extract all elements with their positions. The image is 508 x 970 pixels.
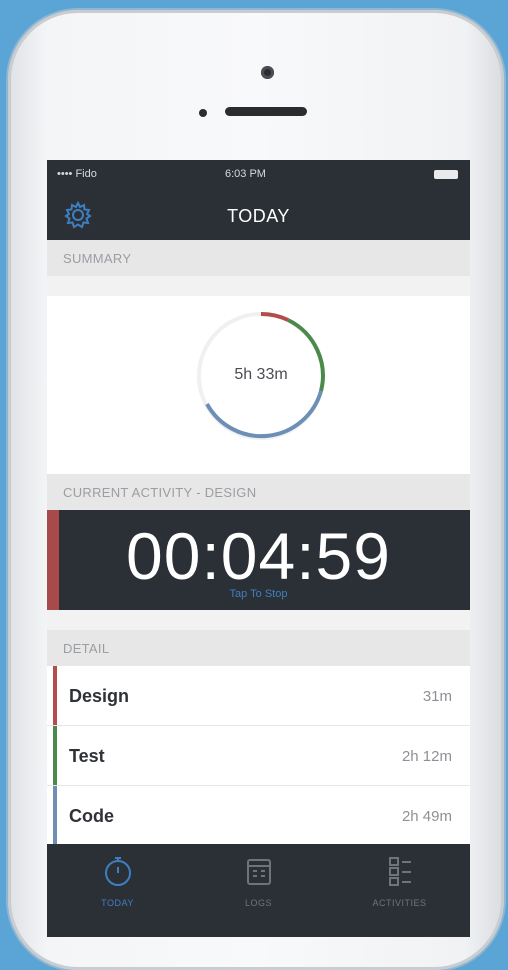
current-activity-header: CURRENT ACTIVITY - DESIGN bbox=[47, 474, 470, 510]
summary-panel: 5h 33m bbox=[47, 296, 470, 476]
calendar-icon bbox=[247, 859, 271, 885]
tap-to-stop-button[interactable]: Tap To Stop bbox=[47, 588, 470, 600]
total-time: 5h 33m bbox=[234, 366, 288, 383]
activity-duration: 2h 12m bbox=[401, 748, 452, 765]
activity-color-bar bbox=[53, 786, 57, 845]
tab-label: LOGS bbox=[244, 898, 272, 908]
speaker-grille bbox=[225, 107, 307, 116]
list-icon bbox=[389, 857, 411, 886]
battery-icon bbox=[434, 170, 458, 179]
activity-name: Test bbox=[69, 746, 105, 766]
list-item[interactable]: Design 31m bbox=[47, 666, 470, 726]
tab-label: ACTIVITIES bbox=[372, 898, 427, 908]
tab-today[interactable]: TODAY bbox=[47, 844, 188, 937]
status-time: 6:03 PM bbox=[225, 168, 266, 180]
navigation-bar: TODAY bbox=[47, 188, 470, 240]
tab-label: TODAY bbox=[101, 898, 134, 908]
tab-logs[interactable]: LOGS bbox=[188, 844, 329, 937]
activity-name: Design bbox=[69, 686, 130, 706]
activity-color-bar bbox=[53, 726, 57, 785]
stopwatch-icon bbox=[105, 857, 131, 886]
current-activity-label: CURRENT ACTIVITY - DESIGN bbox=[63, 485, 257, 500]
list-item[interactable]: Test 2h 12m bbox=[47, 726, 470, 786]
list-item[interactable]: Code 2h 49m bbox=[47, 786, 470, 846]
tab-activities[interactable]: ACTIVITIES bbox=[329, 844, 470, 937]
activity-color-bar bbox=[53, 666, 57, 725]
detail-header: DETAIL bbox=[47, 630, 470, 666]
detail-list: Design 31m Test 2h 12m Code 2h 49m bbox=[47, 666, 470, 846]
detail-header-label: DETAIL bbox=[63, 641, 110, 656]
activity-duration: 31m bbox=[422, 688, 452, 705]
carrier-label: •••• Fido bbox=[57, 168, 97, 180]
status-bar: •••• Fido 6:03 PM bbox=[47, 160, 470, 188]
app-screen: •••• Fido 6:03 PM TODAY SUMMARY 5h 33m C… bbox=[47, 160, 470, 937]
summary-header: SUMMARY bbox=[47, 240, 470, 276]
timer-panel[interactable]: 00:04:59 Tap To Stop bbox=[47, 510, 470, 610]
camera-icon bbox=[261, 66, 274, 79]
tab-bar: TODAY LOGS ACTIVITIES bbox=[47, 844, 470, 937]
page-title: TODAY bbox=[227, 206, 290, 226]
sensor-dot bbox=[199, 109, 207, 117]
activity-name: Code bbox=[69, 806, 114, 826]
summary-header-label: SUMMARY bbox=[63, 251, 132, 266]
activity-duration: 2h 49m bbox=[401, 808, 452, 825]
timer-display: 00:04:59 bbox=[126, 519, 391, 593]
